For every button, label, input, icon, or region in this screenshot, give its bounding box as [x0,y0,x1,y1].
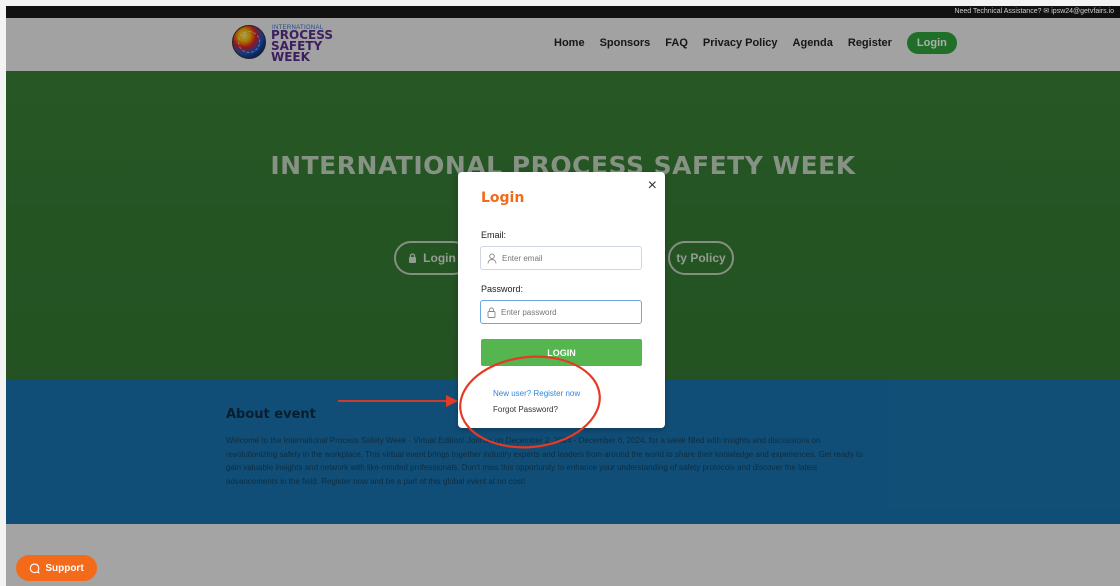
lock-icon [487,307,496,318]
password-input[interactable] [501,307,621,317]
user-icon [487,252,497,264]
support-label: Support [45,562,84,574]
chat-bubble-icon [30,563,41,574]
page: Need Technical Assistance? ✉ ipsw24@getv… [0,0,1120,586]
email-label: Email: [481,230,507,240]
password-label: Password: [481,284,524,294]
email-input[interactable] [502,253,622,263]
email-field-wrapper [480,246,642,270]
modal-title: Login [481,190,525,206]
password-field-wrapper [480,300,642,324]
login-modal: × Login Email: Password: LOGIN New user?… [458,172,665,428]
technical-assistance-text[interactable]: Need Technical Assistance? ✉ ipsw24@getv… [954,6,1114,18]
register-link[interactable]: New user? Register now [493,389,580,398]
login-submit-button[interactable]: LOGIN [481,339,642,366]
close-icon[interactable]: × [648,178,657,194]
forgot-password-link[interactable]: Forgot Password? [493,405,558,414]
top-bar: Need Technical Assistance? ✉ ipsw24@getv… [6,6,1120,18]
support-button[interactable]: Support [16,555,97,581]
